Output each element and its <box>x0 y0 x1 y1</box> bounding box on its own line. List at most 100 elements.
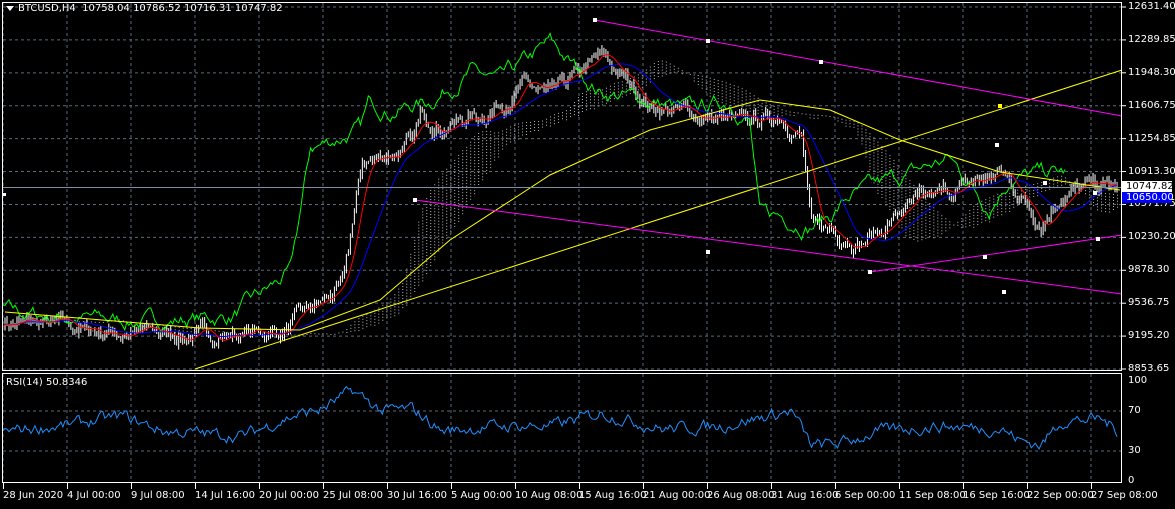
cloud-dot <box>458 178 460 180</box>
cloud-dot <box>657 61 659 63</box>
cloud-dot <box>729 86 731 88</box>
cloud-dot <box>1005 208 1007 210</box>
cloud-dot <box>438 181 440 183</box>
cloud-dot <box>881 151 883 153</box>
cloud-dot <box>1109 211 1111 213</box>
cloud-dot <box>641 83 643 85</box>
cloud-dot <box>1013 197 1015 199</box>
cloud-dot <box>929 214 931 216</box>
cloud-dot <box>733 103 735 105</box>
cloud-dot <box>366 320 368 322</box>
cloud-dot <box>877 162 879 164</box>
cloud-dot <box>1001 196 1003 198</box>
cloud-dot <box>438 223 440 225</box>
cloud-dot <box>577 97 579 99</box>
cloud-dot <box>1089 194 1091 196</box>
cloud-dot <box>426 231 428 233</box>
cloud-dot <box>354 324 356 326</box>
cloud-dot <box>222 331 224 333</box>
cloud-dot <box>430 232 432 234</box>
cloud-dot <box>1101 201 1103 203</box>
trend-line-yellow[interactable] <box>194 69 1123 370</box>
cloud-dot <box>925 216 927 218</box>
cloud-dot <box>933 210 935 212</box>
cloud-dot <box>470 147 472 149</box>
symbol-header[interactable]: BTCUSD,H4 10758.04 10786.52 10716.31 107… <box>6 3 283 14</box>
cloud-dot <box>190 331 192 333</box>
cloud-dot <box>985 202 987 204</box>
cloud-dot <box>426 207 428 209</box>
cloud-dot <box>961 227 963 229</box>
cloud-dot <box>917 204 919 206</box>
cloud-dot <box>937 220 939 222</box>
cloud-dot <box>518 129 520 131</box>
cloud-dot <box>1005 205 1007 207</box>
cloud-dot <box>885 156 887 158</box>
cloud-dot <box>613 83 615 85</box>
time-label: 20 Jul 00:00 <box>259 490 319 501</box>
cloud-dot <box>1005 199 1007 201</box>
dropdown-triangle-icon[interactable] <box>6 5 14 11</box>
cloud-dot <box>438 232 440 234</box>
cloud-dot <box>1009 204 1011 206</box>
cloud-dot <box>705 91 707 93</box>
cloud-dot <box>865 135 867 137</box>
cloud-dot <box>486 172 488 174</box>
cloud-dot <box>562 118 563 120</box>
cloud-dot <box>538 130 540 132</box>
cloud-dot <box>394 312 396 314</box>
cloud-dot <box>897 210 899 212</box>
cloud-dot <box>941 227 943 229</box>
cloud-dot <box>741 106 743 108</box>
cloud-dot <box>338 332 340 334</box>
cloud-dot <box>434 244 436 246</box>
cloud-dot <box>897 219 899 221</box>
cloud-dot <box>242 336 244 338</box>
cloud-dot <box>450 194 452 196</box>
cloud-dot <box>913 226 915 228</box>
cloud-dot <box>1005 196 1007 198</box>
cloud-dot <box>1057 182 1059 184</box>
cloud-dot <box>881 169 883 171</box>
cloud-dot <box>1065 180 1067 182</box>
cloud-dot <box>977 224 979 226</box>
cloud-dot <box>653 66 655 68</box>
cloud-dot <box>474 169 476 171</box>
time-label: 14 Jul 16:00 <box>195 490 255 501</box>
line-anchors[interactable] <box>3 18 1100 294</box>
cloud-dot <box>601 104 603 106</box>
cloud-dot <box>474 157 476 159</box>
channel-line-support[interactable] <box>869 234 1123 273</box>
cloud-dot <box>382 310 384 312</box>
cloud-dot <box>410 271 412 273</box>
cloud-dot <box>1065 177 1067 179</box>
cloud-dot <box>589 99 591 101</box>
cloud-dot <box>721 87 723 89</box>
cloud-dot <box>713 99 715 101</box>
price-label: 10230.20 <box>1128 231 1175 243</box>
cloud-dot <box>905 232 907 234</box>
cloud-dot <box>749 95 751 97</box>
cloud-dot <box>925 219 927 221</box>
cloud-dot <box>442 236 444 238</box>
trading-chart[interactable] <box>0 0 1175 509</box>
cloud-dot <box>370 324 372 326</box>
cloud-dot <box>450 233 452 235</box>
cloud-dot <box>1017 204 1019 206</box>
cloud-dot <box>577 115 579 117</box>
cloud-dot <box>573 105 575 107</box>
cloud-dot <box>733 97 735 99</box>
cloud-dot <box>454 159 456 161</box>
cloud-dot <box>1113 205 1115 207</box>
cloud-dot <box>909 204 911 206</box>
cloud-dot <box>410 274 412 276</box>
cloud-dot <box>418 239 420 241</box>
cloud-dot <box>773 114 775 116</box>
cloud-dot <box>601 101 603 103</box>
cloud-dot <box>442 221 444 223</box>
cloud-dot <box>713 81 715 83</box>
cloud-dot <box>757 109 759 111</box>
cloud-dot <box>1089 197 1091 199</box>
cloud-dot <box>829 115 831 117</box>
cloud-dot <box>889 158 891 160</box>
